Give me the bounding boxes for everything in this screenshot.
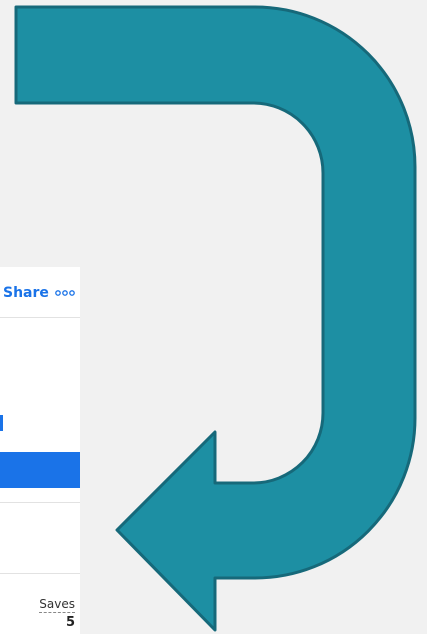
curved-arrow-icon <box>14 5 417 632</box>
